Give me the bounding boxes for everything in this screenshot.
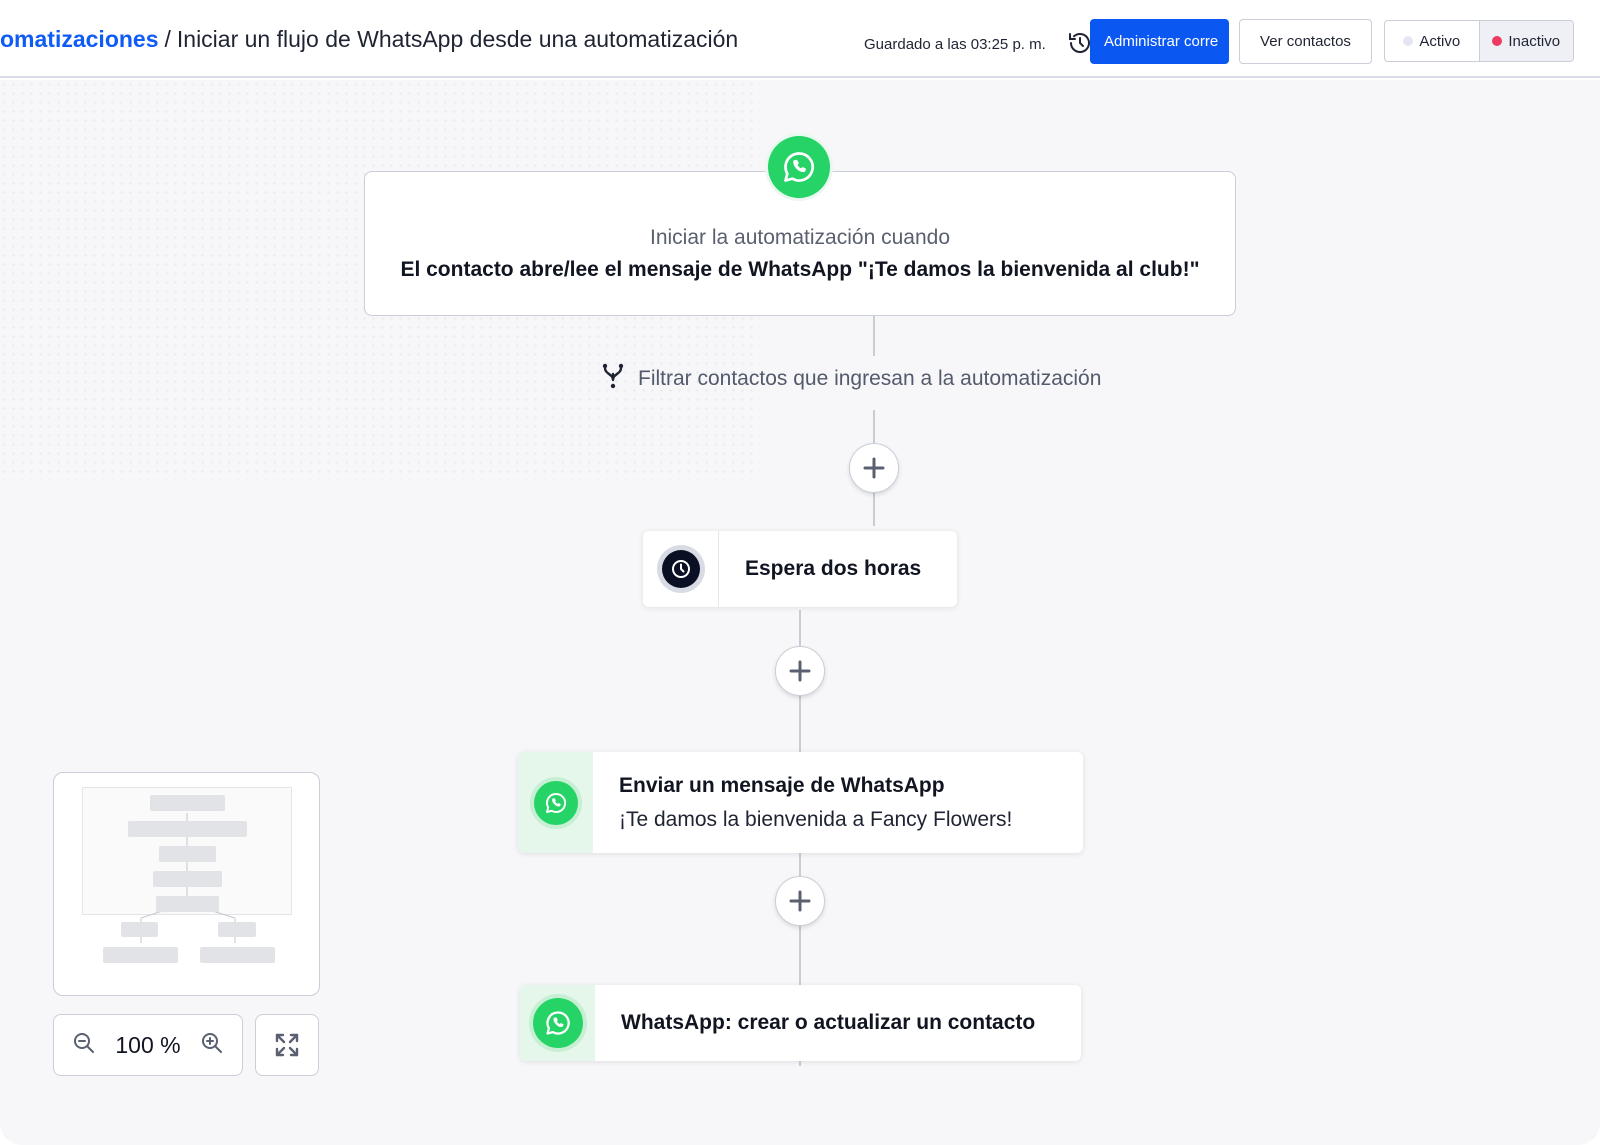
whatsapp-icon <box>533 780 578 825</box>
whatsapp-icon <box>532 998 583 1048</box>
step-title: Espera dos horas <box>745 557 922 580</box>
plus-icon <box>863 457 885 479</box>
minimap-node <box>153 871 222 887</box>
minimap-node <box>121 922 158 937</box>
add-step-button[interactable] <box>849 443 899 493</box>
fit-to-screen-button[interactable] <box>255 1014 319 1076</box>
add-step-button[interactable] <box>775 646 825 696</box>
step-title: Enviar un mensaje de WhatsApp <box>619 773 945 797</box>
zoom-in-icon[interactable] <box>200 1031 224 1060</box>
page-title: Iniciar un flujo de WhatsApp desde una a… <box>176 26 739 52</box>
top-bar: omatizaciones / Iniciar un flujo de WhatsA… <box>0 0 1600 78</box>
minimap-node <box>150 795 225 811</box>
zoom-level: 100 % <box>115 1031 181 1058</box>
minimap-node <box>200 947 275 963</box>
zoom-controls: 100 % <box>53 1014 243 1076</box>
minimap[interactable] <box>53 772 320 996</box>
status-toggle: Activo Inactivo <box>1384 20 1574 62</box>
inactive-dot <box>1492 36 1503 46</box>
step-whatsapp-contact-card[interactable]: WhatsApp: crear o actualizar un contacto <box>520 985 1081 1061</box>
breadcrumb-separator: / <box>164 26 171 52</box>
breadcrumb-link-automatizaciones[interactable]: omatizaciones <box>0 26 159 52</box>
minimap-node <box>128 821 247 837</box>
add-step-button[interactable] <box>775 876 825 926</box>
active-dot <box>1403 36 1414 46</box>
connector-line <box>873 316 875 356</box>
minimap-node <box>159 846 216 862</box>
manage-emails-button[interactable]: Administrar corre <box>1090 19 1229 64</box>
whatsapp-icon <box>768 136 830 198</box>
expand-icon <box>275 1033 299 1057</box>
clock-icon <box>656 545 705 593</box>
trigger-condition: El contacto abre/lee el mensaje de Whats… <box>400 258 1200 281</box>
minimap-node <box>218 922 256 937</box>
plus-icon <box>789 890 811 912</box>
filter-label: Filtrar contactos que ingresan a la auto… <box>638 367 1102 390</box>
step-subtitle: ¡Te damos la bienvenida a Fancy Flowers! <box>619 807 1013 831</box>
step-title: WhatsApp: crear o actualizar un contacto <box>621 1011 1036 1034</box>
saved-status: Guardado a las 03:25 p. m. <box>864 36 1046 53</box>
zoom-out-icon[interactable] <box>72 1031 96 1060</box>
step-send-whatsapp-card[interactable]: Enviar un mensaje de WhatsApp ¡Te damos … <box>518 752 1083 853</box>
flow-canvas[interactable]: Iniciar la automatización cuando El cont… <box>0 80 1600 1145</box>
status-inactive-label: Inactivo <box>1508 32 1561 50</box>
view-contacts-button[interactable]: Ver contactos <box>1239 19 1372 64</box>
status-inactive-option[interactable]: Inactivo <box>1478 21 1573 61</box>
plus-icon <box>789 660 811 682</box>
status-active-label: Activo <box>1419 32 1461 50</box>
step-wait-card[interactable]: Espera dos horas <box>643 531 957 607</box>
filter-branch-icon <box>600 362 626 396</box>
trigger-label: Iniciar la automatización cuando <box>649 226 950 249</box>
minimap-node <box>103 947 178 963</box>
breadcrumb: omatizaciones / Iniciar un flujo de WhatsA… <box>0 26 738 53</box>
status-active-option[interactable]: Activo <box>1385 21 1479 61</box>
minimap-node <box>156 896 219 912</box>
filter-contacts-link[interactable]: Filtrar contactos que ingresan a la auto… <box>600 362 1101 396</box>
